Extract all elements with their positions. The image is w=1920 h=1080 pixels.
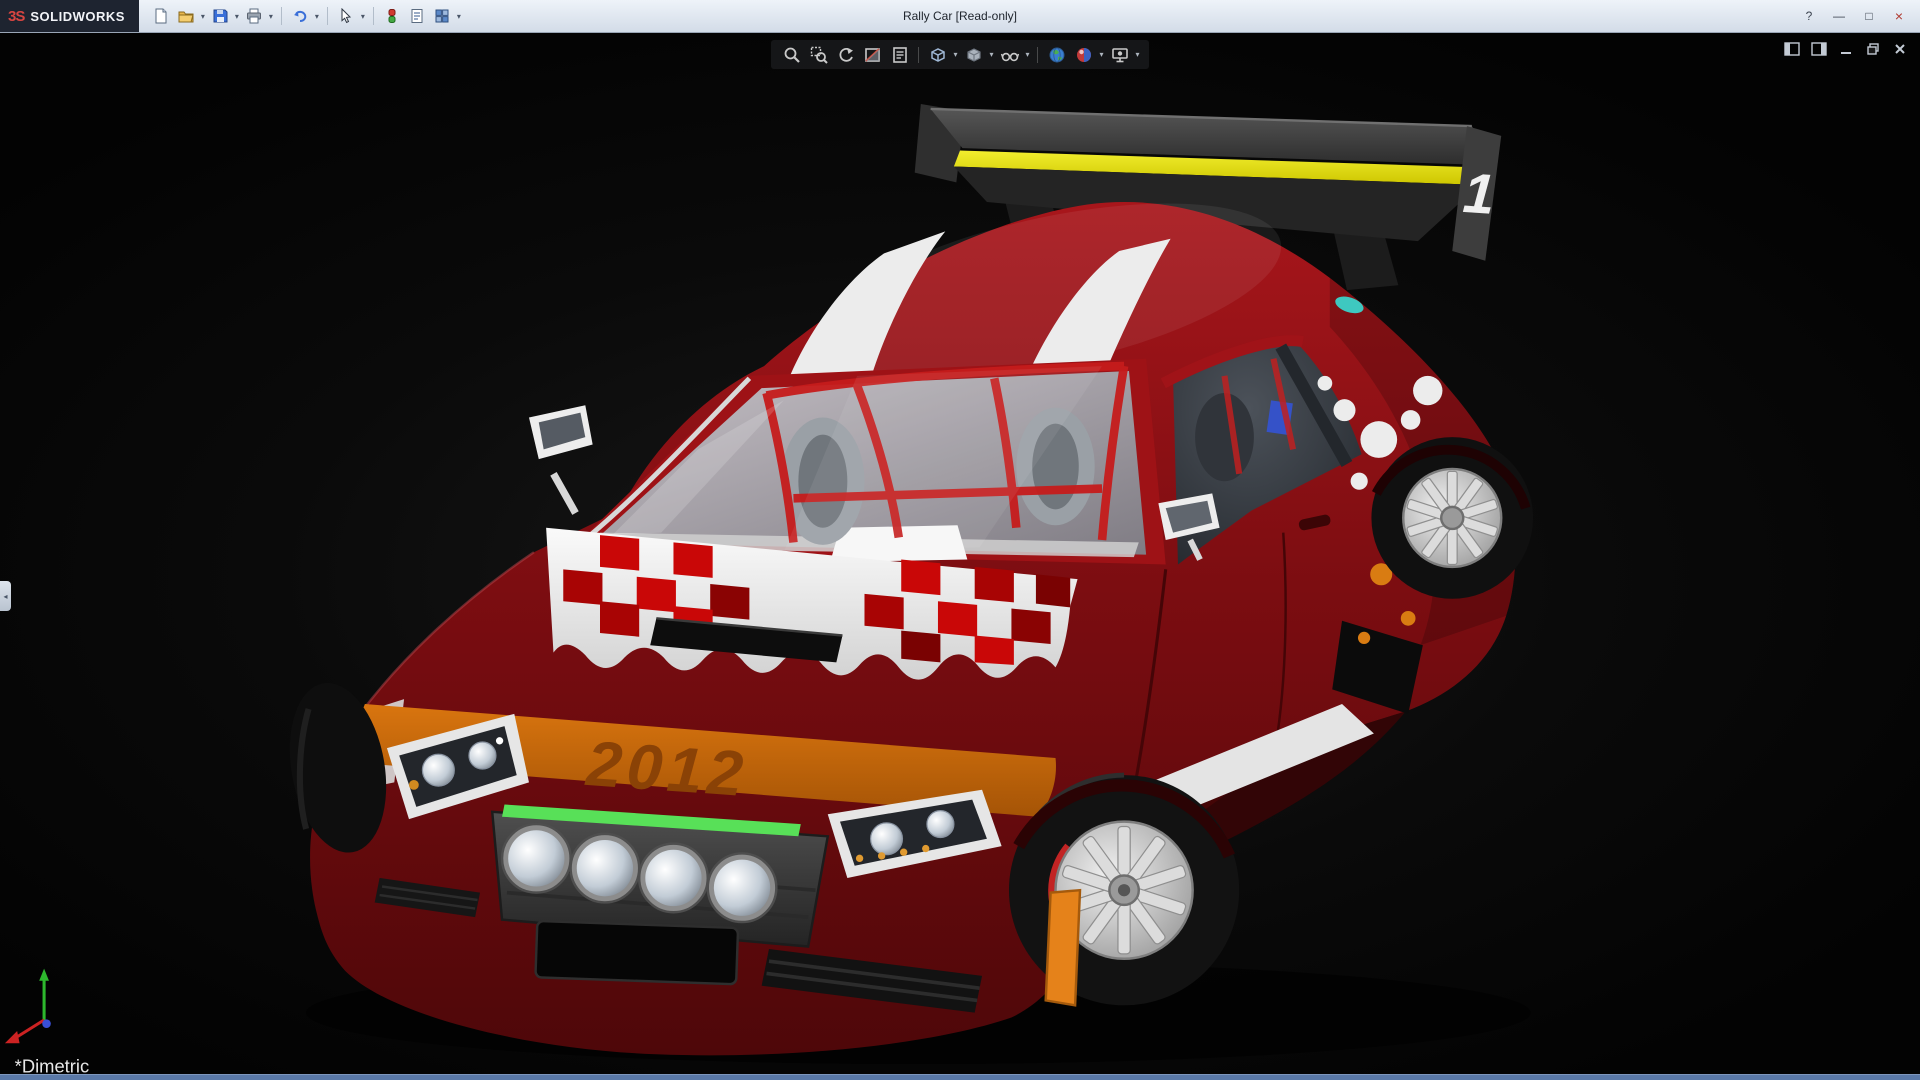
print-icon: [246, 8, 262, 24]
open-folder-icon: [178, 8, 194, 24]
document-restore-button[interactable]: [1863, 40, 1883, 58]
toolbar-separator: [281, 7, 282, 25]
graphics-viewport: 1: [0, 33, 1920, 1080]
zoom-to-fit-button[interactable]: [779, 42, 804, 67]
mirror-left[interactable]: [529, 405, 593, 513]
view-orientation-cube-icon: [928, 45, 948, 65]
wing-number: 1: [1461, 161, 1497, 226]
horizontal-scrollbar[interactable]: [0, 1074, 1920, 1080]
maximize-button[interactable]: □: [1856, 5, 1882, 27]
apply-scene-button[interactable]: [1044, 42, 1069, 67]
view-settings-caret[interactable]: ▾: [1134, 50, 1141, 59]
document-close-button[interactable]: [1890, 40, 1910, 58]
apply-scene-globe-icon: [1047, 45, 1067, 65]
featuremanager-flyout-handle[interactable]: ◂: [0, 581, 11, 611]
view-orientation-caret[interactable]: ▾: [952, 50, 959, 59]
new-button[interactable]: [149, 3, 173, 29]
document-close-icon: [1893, 42, 1907, 56]
view-settings-icon: [1110, 45, 1130, 65]
rally-car-scene[interactable]: 1: [0, 33, 1920, 1080]
hud-separator: [1037, 47, 1038, 63]
file-properties-icon: [409, 8, 425, 24]
toolbar-separator: [373, 7, 374, 25]
undo-dropdown-caret[interactable]: ▾: [313, 12, 321, 21]
section-view-button[interactable]: [860, 42, 885, 67]
wheel-rear-right[interactable]: [1371, 437, 1533, 599]
heads-up-view-toolbar: ▾ ▾ ▾: [771, 40, 1149, 69]
hood-year: 2012: [583, 728, 750, 810]
rebuild-button[interactable]: [380, 3, 404, 29]
file-properties-button[interactable]: [405, 3, 429, 29]
open-dropdown-caret[interactable]: ▾: [199, 12, 207, 21]
license-plate[interactable]: [535, 921, 738, 984]
document-restore-icon: [1866, 42, 1880, 56]
window-controls: ? — □ ×: [1796, 5, 1920, 27]
undo-button[interactable]: [288, 3, 312, 29]
pane-right-button[interactable]: [1809, 40, 1829, 58]
pane-left-button[interactable]: [1782, 40, 1802, 58]
save-floppy-icon: [212, 8, 228, 24]
edit-appearance-button[interactable]: [1071, 42, 1096, 67]
save-dropdown-caret[interactable]: ▾: [233, 12, 241, 21]
help-button[interactable]: ?: [1796, 5, 1822, 27]
minimize-button[interactable]: —: [1826, 5, 1852, 27]
zoom-to-area-button[interactable]: [806, 42, 831, 67]
3ds-logo-icon: 3S: [8, 8, 24, 25]
view-orientation-button[interactable]: [925, 42, 950, 67]
select-button[interactable]: [334, 3, 358, 29]
options-button[interactable]: [430, 3, 454, 29]
pane-left-icon: [1784, 42, 1800, 56]
options-grid-icon: [434, 8, 450, 24]
new-file-icon: [153, 8, 169, 24]
open-button[interactable]: [174, 3, 198, 29]
print-dropdown-caret[interactable]: ▾: [267, 12, 275, 21]
graphics-area[interactable]: 1: [0, 33, 1920, 1080]
print-button[interactable]: [242, 3, 266, 29]
toolbar-separator: [327, 7, 328, 25]
solidworks-logo: 3S SOLIDWORKS: [0, 0, 139, 32]
hide-show-items-caret[interactable]: ▾: [1024, 50, 1031, 59]
hud-separator: [918, 47, 919, 63]
display-style-button[interactable]: [961, 42, 986, 67]
undo-icon: [292, 8, 308, 24]
main-toolbar: ▾ ▾ ▾ ▾: [139, 3, 463, 29]
annotation-views-button[interactable]: [887, 42, 912, 67]
zoom-to-area-icon: [809, 45, 829, 65]
hide-show-items-button[interactable]: [997, 42, 1022, 67]
pane-right-icon: [1811, 42, 1827, 56]
zoom-to-fit-icon: [782, 45, 802, 65]
title-bar: 3S SOLIDWORKS ▾ ▾: [0, 0, 1920, 33]
section-view-icon: [863, 45, 883, 65]
brand-name: SOLIDWORKS: [30, 9, 125, 24]
display-style-caret[interactable]: ▾: [988, 50, 995, 59]
document-minimize-icon: [1839, 42, 1853, 56]
rebuild-icon: [384, 8, 400, 24]
view-settings-button[interactable]: [1107, 42, 1132, 67]
options-dropdown-caret[interactable]: ▾: [455, 12, 463, 21]
select-cursor-icon: [338, 8, 354, 24]
car-model[interactable]: 1: [277, 104, 1533, 1064]
edit-appearance-caret[interactable]: ▾: [1098, 50, 1105, 59]
document-minimize-button[interactable]: [1836, 40, 1856, 58]
display-style-icon: [964, 45, 984, 65]
close-button[interactable]: ×: [1886, 5, 1912, 27]
document-window-controls: [1782, 40, 1910, 58]
save-button[interactable]: [208, 3, 232, 29]
orientation-triad[interactable]: [5, 969, 51, 1044]
previous-view-button[interactable]: [833, 42, 858, 67]
hide-show-glasses-icon: [1000, 45, 1020, 65]
edit-appearance-ball-icon: [1074, 45, 1094, 65]
annotation-views-icon: [890, 45, 910, 65]
previous-view-icon: [836, 45, 856, 65]
wheel-front-right[interactable]: [1009, 775, 1239, 1005]
select-dropdown-caret[interactable]: ▾: [359, 12, 367, 21]
mud-flap[interactable]: [1046, 890, 1080, 1005]
